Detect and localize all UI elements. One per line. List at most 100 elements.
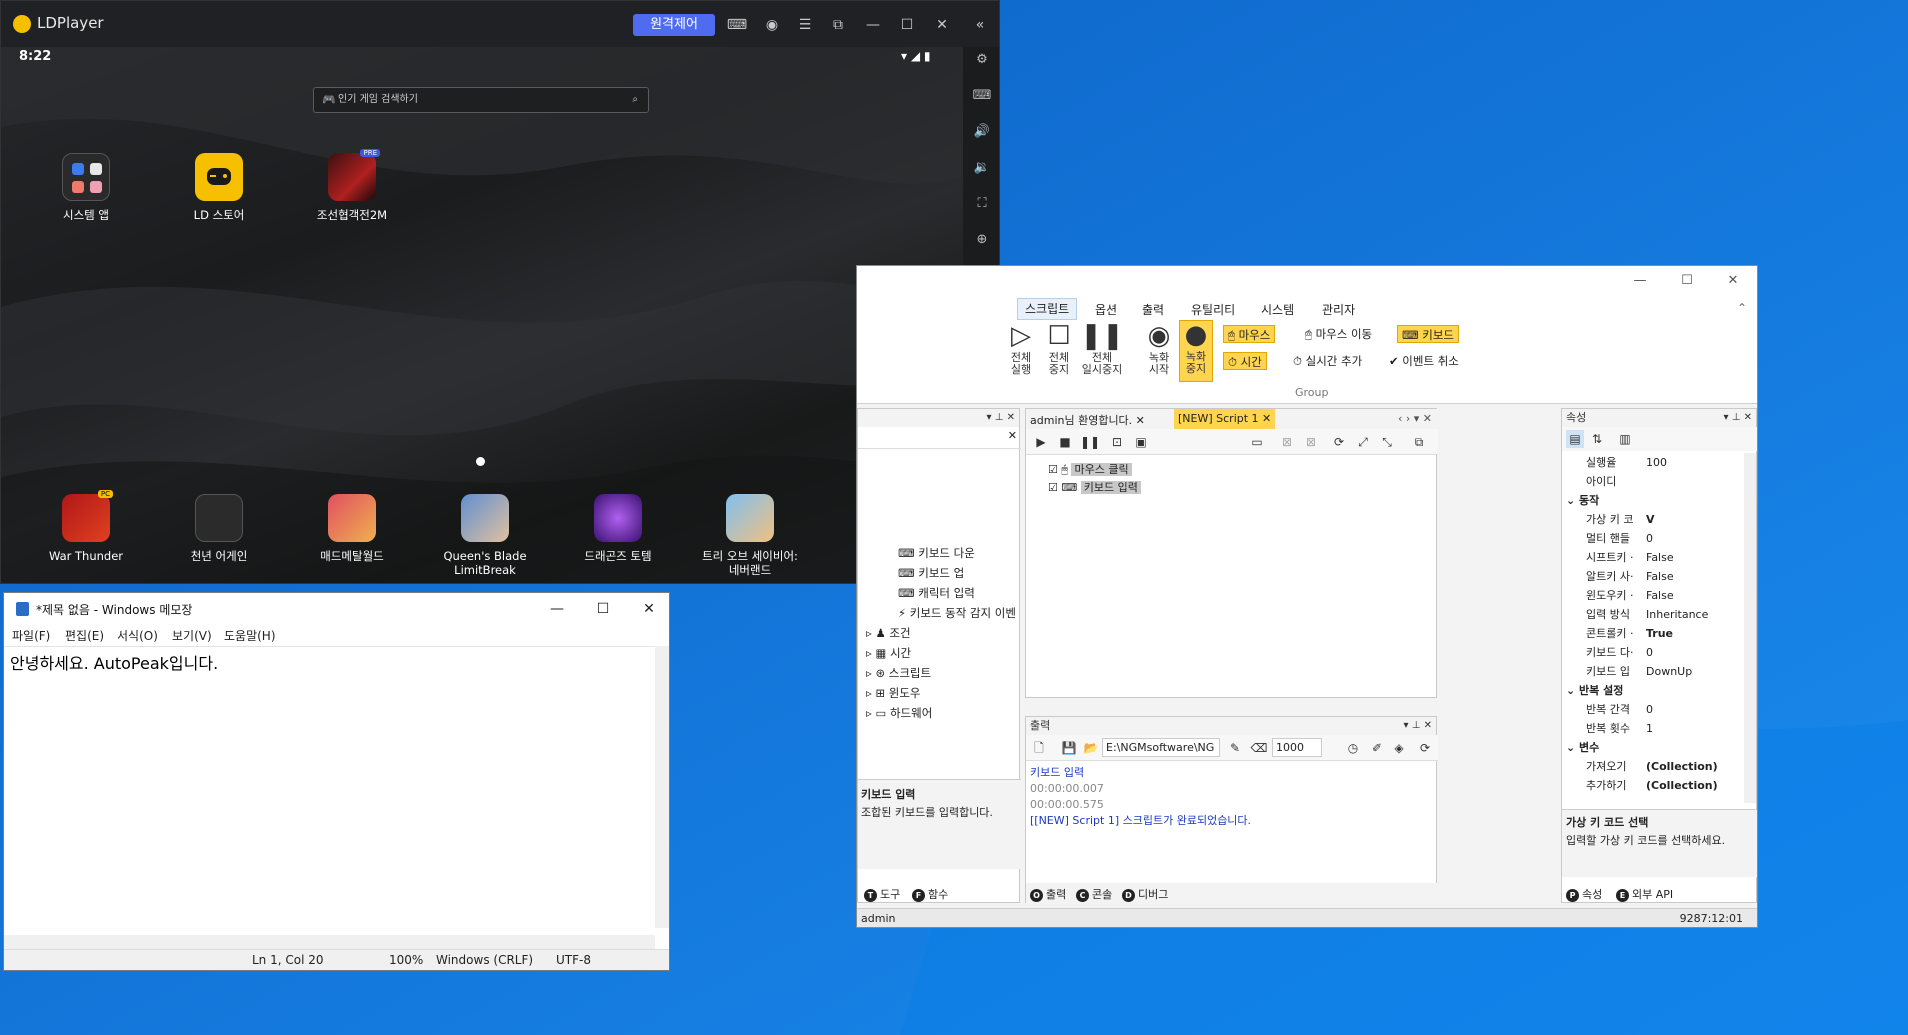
folder-icon[interactable]: 📂	[1082, 739, 1100, 757]
notepad-text-area[interactable]: 안녕하세요. AutoPeak입니다.	[4, 646, 669, 938]
property-row[interactable]: 반복 횟수 1	[1562, 719, 1742, 738]
app-system-apps[interactable]: 시스템 앱	[31, 153, 141, 222]
tree-window[interactable]: ▹ ⊞ 윈도우	[866, 683, 920, 703]
property-group[interactable]: ⌄ 반복 설정	[1562, 681, 1742, 700]
volume-up-icon[interactable]: 🔊	[971, 121, 993, 143]
property-row[interactable]: 콘트롤키 · True	[1562, 624, 1742, 643]
maximize-button[interactable]: ☐	[580, 596, 626, 622]
tree-character-input[interactable]: ⌨ 캐릭터 입력	[898, 583, 975, 603]
tree-script[interactable]: ▹ ⊛ 스크립트	[866, 663, 931, 683]
tab-options[interactable]: 옵션	[1095, 301, 1117, 318]
tree-condition[interactable]: ▹ ♟ 조건	[866, 623, 911, 643]
panel-controls[interactable]: ▾ ⊥ ✕	[1724, 409, 1752, 427]
maximize-button[interactable]: ☐	[1664, 268, 1710, 294]
stop-icon[interactable]: ■	[1056, 433, 1074, 451]
image-icon[interactable]: ▭	[1248, 433, 1266, 451]
property-row[interactable]: 추가하기 (Collection)	[1562, 776, 1742, 795]
tree-time[interactable]: ▹ ▦ 시간	[866, 643, 911, 663]
refresh-icon[interactable]: ⟳	[1416, 739, 1434, 757]
dock-app-cheonnyeon[interactable]: 천년 어게인	[164, 494, 274, 563]
dock-app-war-thunder[interactable]: PC War Thunder	[31, 490, 141, 563]
ldplayer-titlebar[interactable]: LDPlayer 원격제어 ⌨ ◉ ☰ ⧉ — ☐ ✕ «	[1, 1, 999, 47]
menu-format[interactable]: 서식(O)	[117, 627, 158, 644]
sort-icon[interactable]: ⇅	[1588, 430, 1606, 448]
tab-script-1[interactable]: [NEW] Script 1 ✕	[1174, 409, 1276, 429]
autopeak-titlebar[interactable]: — ☐ ✕	[857, 266, 1757, 296]
brush-icon[interactable]: ✎	[1226, 739, 1244, 757]
new-file-icon[interactable]: 🗋	[1030, 739, 1048, 757]
keyboard-icon[interactable]: ⌨	[971, 85, 993, 107]
volume-down-icon[interactable]: 🔉	[971, 157, 993, 179]
tree-keyboard-event[interactable]: ⚡ 키보드 동작 감지 이벤	[898, 603, 1016, 623]
step-icon[interactable]: ⊡	[1108, 433, 1126, 451]
dock-app-tree-of-savior[interactable]: 트리 오브 세이비어: 네버랜드	[695, 494, 805, 577]
popout-icon[interactable]: ⧉	[827, 14, 849, 36]
tab-controls[interactable]: ‹ › ▾ ✕	[1398, 412, 1432, 425]
menu-file[interactable]: 파일(F)	[12, 627, 50, 644]
expand-icon[interactable]: ⤢	[1354, 433, 1372, 451]
apk-install-icon[interactable]: ⊕	[971, 229, 993, 251]
tab-output[interactable]: O 출력	[1030, 886, 1066, 902]
export-icon[interactable]: ⧉	[1410, 433, 1428, 451]
property-grid[interactable]: 실행율 100 아이디 ⌄ 동작 가상 키 코 V 멀티 핸들 0 시프트키 · False 알트키…	[1562, 453, 1742, 803]
panel-controls[interactable]: ▾ ⊥ ✕	[1404, 717, 1432, 735]
remote-control-button[interactable]: 원격제어	[633, 14, 715, 36]
property-group[interactable]: ⌄ 변수	[1562, 738, 1742, 757]
menu-view[interactable]: 보기(V)	[172, 627, 212, 644]
horizontal-scrollbar[interactable]	[4, 935, 655, 949]
tab-external-api[interactable]: E 외부 API	[1616, 886, 1673, 902]
disabled-icon[interactable]: ⊠	[1278, 433, 1296, 451]
maximize-button[interactable]: ☐	[896, 14, 918, 36]
property-row[interactable]: 아이디	[1562, 472, 1742, 491]
pause-all-button[interactable]: ❚❚ 전체 일시중지	[1079, 322, 1125, 376]
categorized-icon[interactable]: ▤	[1566, 430, 1584, 448]
property-row[interactable]: 윈도우키 · False	[1562, 586, 1742, 605]
notepad-titlebar[interactable]: *제목 없음 - Windows 메모장 — ☐ ✕	[4, 593, 669, 624]
app-joseon[interactable]: PRE 조선협객전2M	[297, 149, 407, 222]
keyboard-toggle[interactable]: ⌨ 키보드	[1397, 325, 1460, 343]
play-icon[interactable]: ▶	[1032, 433, 1050, 451]
property-row[interactable]: 키보드 입 DownUp	[1562, 662, 1742, 681]
tab-welcome[interactable]: admin님 환영합니다. ✕	[1030, 412, 1145, 428]
tab-system[interactable]: 시스템	[1261, 301, 1294, 318]
dock-app-madmetal[interactable]: 매드메탈월드	[297, 494, 407, 563]
save-icon[interactable]: 💾	[1060, 739, 1078, 757]
record-stop-button[interactable]: ● 녹화 중지	[1179, 320, 1213, 382]
tab-debug[interactable]: D 디버그	[1122, 886, 1168, 902]
tab-functions[interactable]: F 함수	[912, 886, 948, 902]
eraser-icon[interactable]: ⌫	[1250, 739, 1268, 757]
minimize-button[interactable]: —	[534, 596, 580, 622]
close-button[interactable]: ✕	[931, 14, 953, 36]
stop-all-button[interactable]: ☐ 전체 중지	[1043, 322, 1075, 376]
property-row[interactable]: 가상 키 코 V	[1562, 510, 1742, 529]
time-toggle[interactable]: ⏱ 시간	[1223, 352, 1267, 370]
run-selected-icon[interactable]: ▣	[1132, 433, 1150, 451]
tools-search-input[interactable]: ✕	[858, 427, 1021, 449]
clock-icon[interactable]: ◷	[1344, 739, 1362, 757]
fill-icon[interactable]: ◈	[1390, 739, 1408, 757]
collapse-sidebar-icon[interactable]: «	[969, 14, 991, 36]
pen-icon[interactable]: ✐	[1368, 739, 1386, 757]
account-icon[interactable]: ◉	[761, 14, 783, 36]
menu-edit[interactable]: 편집(E)	[65, 627, 104, 644]
property-row[interactable]: 알트키 사· False	[1562, 567, 1742, 586]
tab-script[interactable]: 스크립트	[1017, 298, 1078, 320]
property-row[interactable]: 시프트키 · False	[1562, 548, 1742, 567]
clear-icon[interactable]: ✕	[1008, 429, 1017, 442]
output-path-field[interactable]: E:\NGMsoftware\NG	[1102, 738, 1220, 757]
close-button[interactable]: ✕	[626, 596, 672, 622]
minimize-button[interactable]: —	[1617, 268, 1663, 294]
ribbon-collapse-icon[interactable]: ⌃	[1737, 301, 1747, 315]
tab-output[interactable]: 출력	[1142, 301, 1164, 318]
vertical-scrollbar[interactable]	[655, 646, 669, 928]
property-scrollbar[interactable]	[1744, 453, 1756, 803]
property-group[interactable]: ⌄ 동작	[1562, 491, 1742, 510]
mouse-move-toggle[interactable]: 🖱 마우스 이동	[1301, 325, 1376, 343]
realtime-add-toggle[interactable]: ⏱ 실시간 추가	[1289, 352, 1366, 370]
gamepad-icon[interactable]: ⌨	[726, 14, 748, 36]
property-row[interactable]: 실행율 100	[1562, 453, 1742, 472]
output-number-stepper[interactable]: 1000	[1272, 738, 1322, 757]
tab-utility[interactable]: 유틸리티	[1191, 301, 1235, 318]
menu-icon[interactable]: ☰	[794, 14, 816, 36]
property-row[interactable]: 가져오기 (Collection)	[1562, 757, 1742, 776]
